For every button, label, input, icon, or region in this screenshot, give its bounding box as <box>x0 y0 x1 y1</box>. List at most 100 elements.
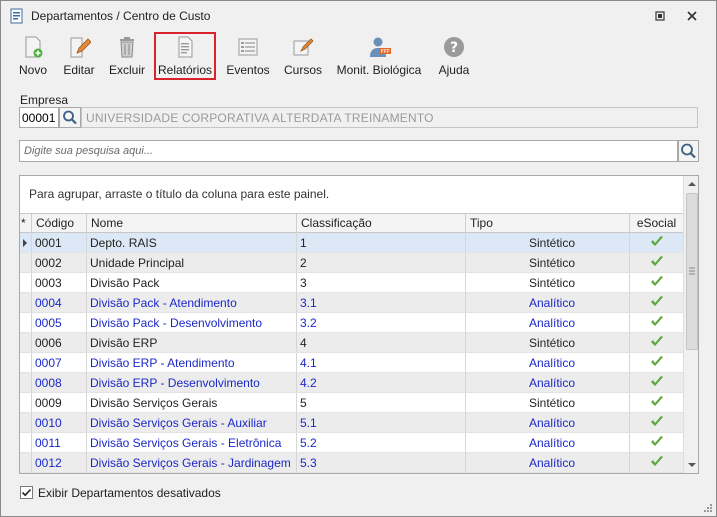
scroll-down-icon[interactable] <box>684 457 699 473</box>
esocial-check-icon <box>651 436 663 446</box>
search-input[interactable] <box>19 140 678 162</box>
cell-tipo: Sintético <box>466 333 630 352</box>
cell-esocial <box>630 313 683 332</box>
cell-codigo: 0012 <box>32 453 87 472</box>
new-button[interactable]: Novo <box>13 32 53 80</box>
esocial-check-icon <box>651 456 663 466</box>
events-button[interactable]: Eventos <box>224 32 272 80</box>
esocial-check-icon <box>651 256 663 266</box>
table-row[interactable]: 0002 Unidade Principal 2 Sintético <box>20 253 683 273</box>
ppp-person-icon: PPP <box>370 37 391 57</box>
cell-classificacao: 2 <box>297 253 466 272</box>
table-row[interactable]: 0010 Divisão Serviços Gerais - Auxiliar 5.… <box>20 413 683 433</box>
cell-nome: Divisão Pack - Atendimento <box>87 293 297 312</box>
table-row[interactable]: 0007 Divisão ERP - Atendimento 4.1 Analític… <box>20 353 683 373</box>
cell-nome: Divisão Serviços Gerais - Eletrônica <box>87 433 297 452</box>
table-row[interactable]: 0003 Divisão Pack 3 Sintético <box>20 273 683 293</box>
cell-classificacao: 3.2 <box>297 313 466 332</box>
table-row[interactable]: 0006 Divisão ERP 4 Sintético <box>20 333 683 353</box>
biological-monitoring-button[interactable]: PPP Monit. Biológica <box>333 32 425 80</box>
row-indicator-cell <box>20 273 32 292</box>
cell-esocial <box>630 273 683 292</box>
vertical-scrollbar[interactable] <box>683 176 699 473</box>
cell-tipo: Sintético <box>466 273 630 292</box>
cell-tipo: Analítico <box>466 453 630 472</box>
cell-nome: Depto. RAIS <box>87 233 297 252</box>
title-bar: Departamentos / Centro de Custo <box>1 1 716 31</box>
events-button-label: Eventos <box>226 63 270 77</box>
cell-esocial <box>630 253 683 272</box>
cell-classificacao: 5.1 <box>297 413 466 432</box>
cell-codigo: 0009 <box>32 393 87 412</box>
report-icon <box>178 36 193 58</box>
header-classificacao[interactable]: Classificação <box>297 214 466 233</box>
cell-codigo: 0010 <box>32 413 87 432</box>
cell-tipo: Analítico <box>466 413 630 432</box>
cell-classificacao: 5.3 <box>297 453 466 472</box>
table-row[interactable]: 0004 Divisão Pack - Atendimento 3.1 Analíti… <box>20 293 683 313</box>
cell-classificacao: 5.2 <box>297 433 466 452</box>
cell-nome: Unidade Principal <box>87 253 297 272</box>
table-row[interactable]: 0012 Divisão Serviços Gerais - Jardinagem… <box>20 453 683 473</box>
header-codigo[interactable]: Código <box>32 214 87 233</box>
table-row[interactable]: 0005 Divisão Pack - Desenvolvimento 3.2 Ana… <box>20 313 683 333</box>
search-icon <box>681 143 696 159</box>
table-row[interactable]: 0009 Divisão Serviços Gerais 5 Sintético <box>20 393 683 413</box>
esocial-check-icon <box>651 376 663 386</box>
main-window: Departamentos / Centro de Custo Novo Edi… <box>0 0 717 517</box>
resize-grip-icon[interactable] <box>703 503 713 513</box>
cell-classificacao: 5 <box>297 393 466 412</box>
header-nome[interactable]: Nome <box>87 214 297 233</box>
header-indicator[interactable]: * <box>20 214 32 233</box>
grid-header: * Código Nome Classificação Tipo eSocial <box>20 213 683 233</box>
courses-button[interactable]: Cursos <box>281 32 325 80</box>
table-row[interactable]: 0011 Divisão Serviços Gerais - Eletrônica… <box>20 433 683 453</box>
cell-codigo: 0005 <box>32 313 87 332</box>
svg-text:PPP: PPP <box>380 49 389 55</box>
restore-icon[interactable] <box>646 6 674 26</box>
cell-classificacao: 1 <box>297 233 466 252</box>
cell-nome: Divisão Pack <box>87 273 297 292</box>
empresa-label: Empresa <box>20 93 69 107</box>
show-inactive-checkbox[interactable] <box>20 486 33 499</box>
row-indicator-cell <box>20 293 32 312</box>
delete-button-label: Excluir <box>108 63 145 77</box>
cell-nome: Divisão ERP - Desenvolvimento <box>87 373 297 392</box>
row-indicator-cell <box>20 393 32 412</box>
svg-text:?: ? <box>450 40 458 56</box>
close-icon[interactable] <box>678 6 706 26</box>
scrollbar-thumb[interactable] <box>686 193 698 350</box>
group-by-panel[interactable]: Para agrupar, arraste o título da coluna… <box>20 176 683 213</box>
edit-button[interactable]: Editar <box>58 32 100 80</box>
cell-esocial <box>630 433 683 452</box>
cell-nome: Divisão Serviços Gerais - Auxiliar <box>87 413 297 432</box>
checkmark-icon <box>21 488 32 497</box>
window-title: Departamentos / Centro de Custo <box>31 9 211 23</box>
show-inactive-label[interactable]: Exibir Departamentos desativados <box>38 486 221 500</box>
scroll-up-icon[interactable] <box>684 176 699 192</box>
empresa-code-input[interactable] <box>19 107 59 128</box>
help-button[interactable]: ? Ajuda <box>434 32 474 80</box>
grip-lines-icon <box>689 267 695 275</box>
row-indicator-cell <box>20 233 32 252</box>
table-row[interactable]: 0001 Depto. RAIS 1 Sintético <box>20 233 683 253</box>
table-row[interactable]: 0008 Divisão ERP - Desenvolvimento 4.2 Anal… <box>20 373 683 393</box>
cell-esocial <box>630 353 683 372</box>
esocial-check-icon <box>651 276 663 286</box>
esocial-check-icon <box>651 236 663 246</box>
reports-button[interactable]: Relatórios <box>154 32 216 80</box>
delete-button[interactable]: Excluir <box>105 32 149 80</box>
header-tipo[interactable]: Tipo <box>466 214 630 233</box>
cell-codigo: 0011 <box>32 433 87 452</box>
header-esocial[interactable]: eSocial <box>630 214 683 233</box>
row-indicator-cell <box>20 453 32 472</box>
search-button[interactable] <box>678 140 699 162</box>
cell-classificacao: 3 <box>297 273 466 292</box>
cell-nome: Divisão Serviços Gerais - Jardinagem <box>87 453 297 472</box>
cell-codigo: 0004 <box>32 293 87 312</box>
cell-classificacao: 4.1 <box>297 353 466 372</box>
cell-esocial <box>630 293 683 312</box>
edit-pencil-icon <box>70 37 91 58</box>
cell-codigo: 0002 <box>32 253 87 272</box>
empresa-lookup-button[interactable] <box>59 107 81 128</box>
